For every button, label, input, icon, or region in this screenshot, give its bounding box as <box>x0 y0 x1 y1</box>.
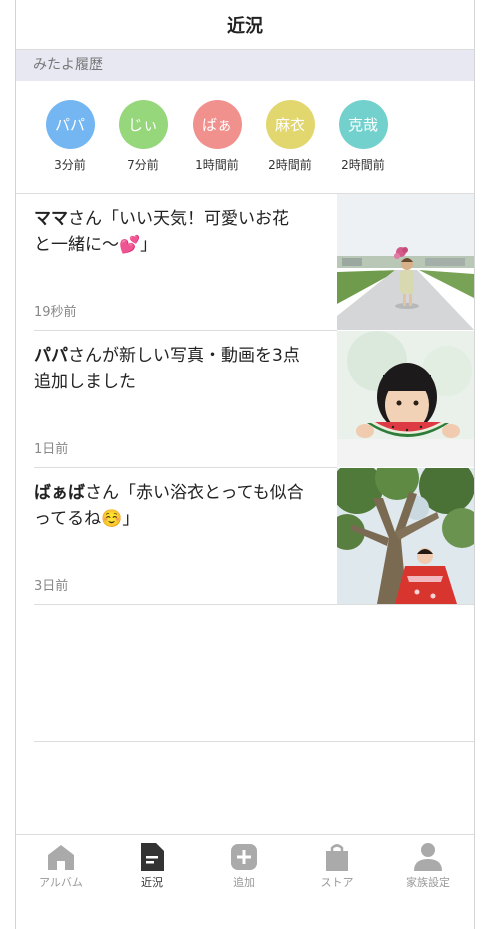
page-title-text: 近況 <box>227 15 263 37</box>
avatar[interactable]: ばぁ <box>192 100 242 149</box>
divider <box>34 604 474 605</box>
avatar-label: ばぁ <box>201 116 232 134</box>
history-item-katsuya[interactable]: 克哉 2時間前 <box>333 100 393 173</box>
feed-timestamp: 3日前 <box>34 579 69 594</box>
tab-family-settings[interactable]: 家族設定 <box>393 843 463 890</box>
app-frame: 近況 みたよ履歴 パパ 3分前 じぃ 7分前 ばぁ 1時間前 麻衣 2時間前 克… <box>15 0 475 929</box>
person-icon <box>414 843 442 871</box>
tab-label: 家族設定 <box>406 876 450 889</box>
feed-message: ママさん「いい天気！可愛いお花と一緒に～💕」 <box>34 206 304 258</box>
bottom-tab-bar: アルバム 近況 追加 ストア 家族設定 <box>16 834 474 929</box>
avatar[interactable]: 麻衣 <box>265 100 315 149</box>
tab-store[interactable]: ストア <box>302 843 372 890</box>
feed-item[interactable]: パパさんが新しい写真・動画を3点追加しました 1日前 <box>16 331 474 467</box>
tab-label: ストア <box>320 876 354 889</box>
document-icon <box>141 843 164 871</box>
avatar-label: 克哉 <box>347 116 378 134</box>
feed-item[interactable]: ママさん「いい天気！可愛いお花と一緒に～💕」 19秒前 <box>16 194 474 330</box>
page-title: 近況 <box>16 0 474 50</box>
feed-timestamp: 19秒前 <box>34 305 77 320</box>
avatar-label: じぃ <box>127 116 158 134</box>
history-time: 7分前 <box>127 158 159 172</box>
tab-label: 追加 <box>233 876 255 889</box>
avatar-label: パパ <box>54 116 85 134</box>
avatar-label: 麻衣 <box>274 116 305 134</box>
history-time: 3分前 <box>54 158 86 172</box>
tab-album[interactable]: アルバム <box>26 843 96 890</box>
tab-label: アルバム <box>39 876 83 889</box>
history-item-mai[interactable]: 麻衣 2時間前 <box>260 100 320 173</box>
avatar[interactable]: じぃ <box>118 100 168 149</box>
feed-text: さんが新しい写真・動画を3点追加しました <box>34 346 300 392</box>
feed-timestamp: 1日前 <box>34 442 69 457</box>
photo-image <box>337 194 474 330</box>
shopping-bag-icon <box>326 844 348 871</box>
photo-image <box>337 468 474 604</box>
divider <box>34 741 474 742</box>
history-time: 1時間前 <box>195 158 239 172</box>
viewed-history-row: パパ 3分前 じぃ 7分前 ばぁ 1時間前 麻衣 2時間前 克哉 2時間前 <box>16 81 474 193</box>
history-item-baa[interactable]: ばぁ 1時間前 <box>187 100 247 173</box>
history-item-jii[interactable]: じぃ 7分前 <box>113 100 173 173</box>
feed-author: パパ <box>34 346 68 366</box>
feed-message: パパさんが新しい写真・動画を3点追加しました <box>34 343 304 395</box>
feed-message: ばぁばさん「赤い浴衣とっても似合ってるね☺️」 <box>34 480 304 532</box>
feed-text: さん「いい天気！可愛いお花と一緒に～💕」 <box>34 209 289 255</box>
history-time: 2時間前 <box>268 158 312 172</box>
avatar[interactable]: パパ <box>45 100 95 149</box>
history-item-papa[interactable]: パパ 3分前 <box>40 100 100 173</box>
tab-add[interactable]: 追加 <box>209 843 279 890</box>
feed-item[interactable]: ばぁばさん「赤い浴衣とっても似合ってるね☺️」 3日前 <box>16 468 474 604</box>
feed-author: ばぁば <box>34 483 85 503</box>
tab-label: 近況 <box>141 876 163 889</box>
avatar[interactable]: 克哉 <box>338 100 388 149</box>
feed-author: ママ <box>34 209 68 229</box>
viewed-history-label: みたよ履歴 <box>16 50 474 81</box>
feed-photo-girl-with-flowers[interactable] <box>337 194 474 330</box>
photo-image <box>337 331 474 467</box>
history-time: 2時間前 <box>341 158 385 172</box>
tab-news[interactable]: 近況 <box>117 843 187 890</box>
home-icon <box>48 845 74 870</box>
feed-photo-red-yukata[interactable] <box>337 468 474 604</box>
feed-photo-watermelon[interactable] <box>337 331 474 467</box>
plus-icon <box>231 844 257 870</box>
